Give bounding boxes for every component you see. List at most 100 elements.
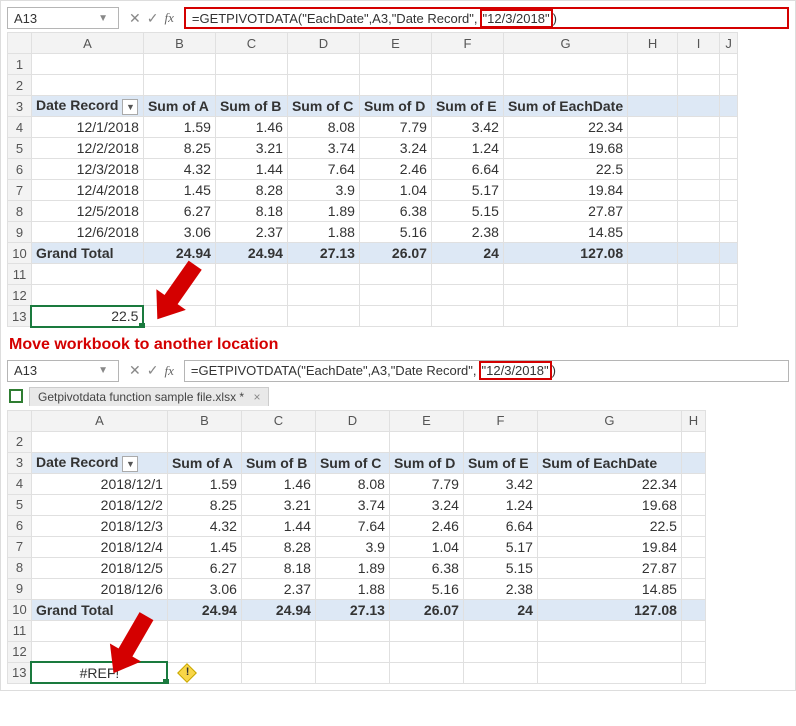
empty-cell[interactable] [31,264,143,285]
pivot-total-cell[interactable]: 24.94 [143,243,215,264]
data-cell[interactable]: 6.64 [431,159,503,180]
empty-cell[interactable] [628,285,678,306]
row-header[interactable]: 12 [8,641,32,662]
data-cell[interactable]: 3.24 [389,494,463,515]
pivot-header-cell[interactable]: Sum of D [389,452,463,473]
empty-cell[interactable] [463,431,537,452]
fill-handle[interactable] [163,679,169,684]
pivot-header-cell[interactable] [720,96,738,117]
data-cell[interactable]: 1.45 [167,536,241,557]
pivot-header-cell[interactable]: Sum of D [359,96,431,117]
data-cell[interactable]: 1.04 [359,180,431,201]
empty-cell[interactable] [31,285,143,306]
empty-cell[interactable] [681,431,705,452]
data-cell[interactable] [678,117,720,138]
data-cell[interactable] [681,578,705,599]
pivot-total-cell[interactable] [678,243,720,264]
pivot-header-cell[interactable]: Sum of B [241,452,315,473]
row-header[interactable]: 4 [8,473,32,494]
data-cell[interactable]: 6.38 [389,557,463,578]
row-header[interactable]: 10 [8,243,32,264]
empty-cell[interactable] [463,620,537,641]
empty-cell[interactable] [681,662,705,683]
row-header[interactable]: 13 [8,662,32,683]
data-cell[interactable] [681,494,705,515]
error-indicator-cell[interactable] [167,662,241,683]
data-cell[interactable]: 22.34 [537,473,681,494]
column-header[interactable]: H [681,410,705,431]
empty-cell[interactable] [720,285,738,306]
data-cell[interactable]: 14.85 [503,222,627,243]
data-cell[interactable]: 12/3/2018 [31,159,143,180]
pivot-total-cell[interactable] [681,599,705,620]
pivot-total-cell[interactable] [720,243,738,264]
pivot-total-cell[interactable]: 24 [463,599,537,620]
data-cell[interactable]: 7.64 [287,159,359,180]
empty-cell[interactable] [287,306,359,327]
data-cell[interactable]: 3.24 [359,138,431,159]
data-cell[interactable]: 3.06 [143,222,215,243]
data-cell[interactable] [720,159,738,180]
empty-cell[interactable] [463,641,537,662]
empty-cell[interactable] [287,264,359,285]
empty-cell[interactable] [503,264,627,285]
empty-cell[interactable] [215,75,287,96]
data-cell[interactable] [720,201,738,222]
accept-icon[interactable]: ✓ [147,10,159,27]
column-header[interactable]: F [463,410,537,431]
data-cell[interactable]: 7.79 [359,117,431,138]
data-cell[interactable]: 12/4/2018 [31,180,143,201]
data-cell[interactable] [720,180,738,201]
empty-cell[interactable] [215,285,287,306]
data-cell[interactable]: 19.84 [537,536,681,557]
data-cell[interactable]: 3.42 [431,117,503,138]
fill-handle[interactable] [139,323,145,328]
data-cell[interactable]: 1.88 [287,222,359,243]
error-warning-icon[interactable] [178,664,196,682]
data-cell[interactable]: 1.59 [167,473,241,494]
data-cell[interactable]: 5.17 [431,180,503,201]
column-header[interactable]: E [359,33,431,54]
data-cell[interactable]: 6.64 [463,515,537,536]
pivot-total-cell[interactable]: 127.08 [537,599,681,620]
empty-cell[interactable] [359,306,431,327]
pivot-total-cell[interactable]: 24.94 [215,243,287,264]
data-cell[interactable] [720,222,738,243]
empty-cell[interactable] [720,306,738,327]
data-cell[interactable]: 1.44 [215,159,287,180]
empty-cell[interactable] [241,431,315,452]
data-cell[interactable] [678,201,720,222]
chevron-down-icon[interactable]: ▼ [98,365,112,376]
empty-cell[interactable] [287,285,359,306]
row-header[interactable]: 12 [8,285,32,306]
pivot-header-cell[interactable]: Date Record▼ [31,452,167,473]
data-cell[interactable] [678,180,720,201]
empty-cell[interactable] [287,54,359,75]
empty-cell[interactable] [463,662,537,683]
data-cell[interactable]: 12/1/2018 [31,117,143,138]
empty-cell[interactable] [431,75,503,96]
empty-cell[interactable] [720,54,738,75]
column-header[interactable]: G [503,33,627,54]
data-cell[interactable]: 19.68 [503,138,627,159]
empty-cell[interactable] [359,285,431,306]
data-cell[interactable]: 1.46 [215,117,287,138]
workbook-tab[interactable]: Getpivotdata function sample file.xlsx *… [29,387,269,406]
empty-cell[interactable] [678,54,720,75]
empty-cell[interactable] [215,54,287,75]
pivot-header-cell[interactable]: Sum of B [215,96,287,117]
data-cell[interactable]: 7.64 [315,515,389,536]
empty-cell[interactable] [315,662,389,683]
column-header[interactable]: D [287,33,359,54]
data-cell[interactable]: 3.21 [215,138,287,159]
empty-cell[interactable] [241,662,315,683]
column-header[interactable]: D [315,410,389,431]
empty-cell[interactable] [241,620,315,641]
data-cell[interactable] [678,138,720,159]
data-cell[interactable]: 2.38 [431,222,503,243]
spreadsheet-bottom[interactable]: ABCDEFGH23Date Record▼Sum of ASum of BSu… [7,410,706,685]
data-cell[interactable]: 1.89 [287,201,359,222]
accept-icon[interactable]: ✓ [147,362,159,379]
data-cell[interactable]: 2018/12/4 [31,536,167,557]
column-header[interactable]: E [389,410,463,431]
